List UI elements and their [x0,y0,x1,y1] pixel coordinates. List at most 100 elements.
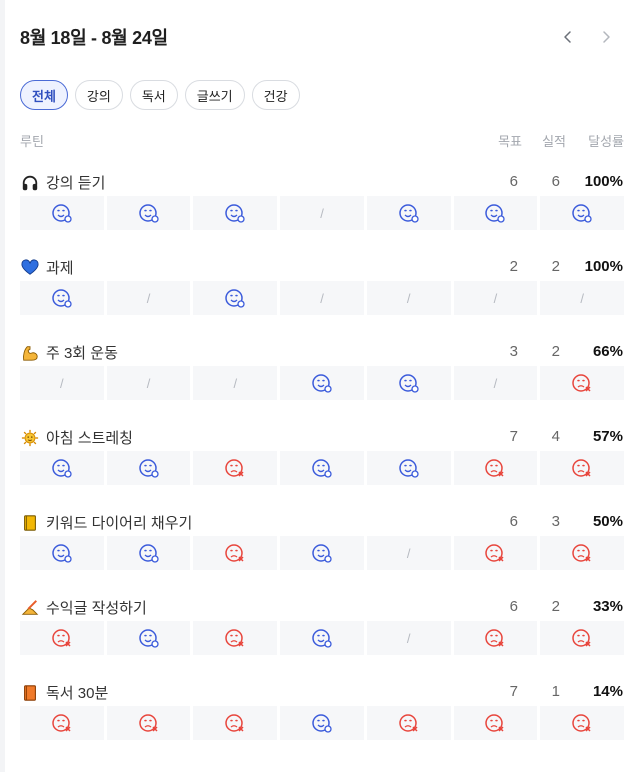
routine-row[interactable]: 독서 30분 7 1 14% [18,678,625,758]
routine-summary: 강의 듣기 6 6 100% [20,168,624,194]
day-fail-icon[interactable] [193,706,278,740]
routine-row[interactable]: 강의 듣기 6 6 100% / [18,168,625,248]
day-success-icon[interactable] [540,196,625,230]
routine-rate: 50% [592,513,623,530]
tab-0[interactable]: 전체 [20,80,68,110]
tab-2[interactable]: 독서 [129,80,178,110]
routine-name: 수익글 작성하기 [20,597,147,618]
day-fail-icon[interactable] [540,451,625,485]
day-fail-icon[interactable] [453,621,538,655]
day-empty[interactable]: / [106,366,191,400]
day-success-icon[interactable] [280,366,364,400]
day-fail-icon[interactable] [193,621,278,655]
routine-name: 아침 스트레칭 [20,427,133,448]
day-fail-icon[interactable] [540,706,625,740]
routine-rate: 100% [584,258,623,275]
day-fail-icon[interactable] [20,621,104,655]
day-success-icon[interactable] [193,196,278,230]
day-empty[interactable]: / [366,281,451,315]
column-goal: 목표 [498,134,522,149]
day-success-icon[interactable] [106,536,191,570]
day-success-icon[interactable] [20,196,104,230]
routine-done: 2 [551,598,560,615]
week-header: 8월 18일 - 8월 24일 [20,22,622,52]
day-success-icon[interactable] [193,281,278,315]
routine-summary: 아침 스트레칭 7 4 57% [20,423,624,449]
routine-row[interactable]: 키워드 다이어리 채우기 6 3 50% / [18,508,625,588]
day-success-icon[interactable] [280,706,364,740]
day-fail-icon[interactable] [540,536,625,570]
day-fail-icon[interactable] [366,706,451,740]
day-success-icon[interactable] [366,196,451,230]
day-success-icon[interactable] [20,536,104,570]
day-empty[interactable]: / [20,366,104,400]
day-success-icon[interactable] [280,536,364,570]
routine-row[interactable]: 주 3회 운동 3 2 66% / / / / [18,338,625,418]
day-success-icon[interactable] [106,196,191,230]
day-empty[interactable]: / [366,536,451,570]
headphones-icon [20,173,40,193]
day-empty[interactable]: / [453,366,538,400]
day-cells [20,706,625,740]
day-cells [20,451,625,485]
chevron-right-icon [603,31,610,43]
routine-goal: 6 [509,513,518,530]
day-empty[interactable]: / [193,366,278,400]
routine-done: 1 [551,683,560,700]
day-success-icon[interactable] [20,451,104,485]
routine-goal: 2 [509,258,518,275]
day-cells: / [20,196,625,230]
day-cells: / [20,621,625,655]
day-fail-icon[interactable] [20,706,104,740]
routine-row[interactable]: 과제 2 2 100% / / / / / [18,253,625,333]
routine-label: 주 3회 운동 [46,345,118,362]
day-success-icon[interactable] [106,451,191,485]
routine-label: 아침 스트레칭 [46,430,133,447]
tab-4[interactable]: 건강 [251,80,300,110]
day-success-icon[interactable] [106,621,191,655]
routine-done: 4 [551,428,560,445]
blue-heart-icon [20,258,40,278]
routine-name: 과제 [20,257,74,278]
tab-3[interactable]: 글쓰기 [184,80,245,110]
routine-row[interactable]: 수익글 작성하기 6 2 33% / [18,593,625,673]
yellow-notebook-icon [20,513,40,533]
routine-label: 키워드 다이어리 채우기 [46,515,193,532]
day-cells: / / / / [20,366,625,400]
day-fail-icon[interactable] [453,451,538,485]
day-success-icon[interactable] [453,196,538,230]
day-success-icon[interactable] [20,281,104,315]
day-fail-icon[interactable] [193,451,278,485]
routine-summary: 키워드 다이어리 채우기 6 3 50% [20,508,624,534]
routine-goal: 7 [509,428,518,445]
day-fail-icon[interactable] [540,621,625,655]
routine-name: 주 3회 운동 [20,342,118,363]
day-empty[interactable]: / [453,281,538,315]
day-fail-icon[interactable] [193,536,278,570]
routine-rate: 14% [592,683,623,700]
sun-icon [20,428,40,448]
tab-1[interactable]: 강의 [74,80,123,110]
day-success-icon[interactable] [366,366,451,400]
prev-week-button[interactable] [558,27,578,47]
day-fail-icon[interactable] [106,706,191,740]
day-empty[interactable]: / [280,196,364,230]
day-fail-icon[interactable] [540,366,625,400]
day-success-icon[interactable] [280,451,364,485]
day-empty[interactable]: / [366,621,451,655]
routine-goal: 3 [509,343,518,360]
routine-row[interactable]: 아침 스트레칭 7 4 57% [18,423,625,503]
day-empty[interactable]: / [106,281,191,315]
day-fail-icon[interactable] [453,536,538,570]
routine-summary: 수익글 작성하기 6 2 33% [20,593,624,619]
day-fail-icon[interactable] [453,706,538,740]
next-week-button[interactable] [596,27,616,47]
day-empty[interactable]: / [280,281,364,315]
day-cells: / [20,536,625,570]
day-success-icon[interactable] [280,621,364,655]
column-header: 루틴 목표 실적 달성률 [20,128,624,150]
day-success-icon[interactable] [366,451,451,485]
day-empty[interactable]: / [540,281,625,315]
column-rate: 달성률 [588,134,624,149]
left-edge [0,0,5,772]
